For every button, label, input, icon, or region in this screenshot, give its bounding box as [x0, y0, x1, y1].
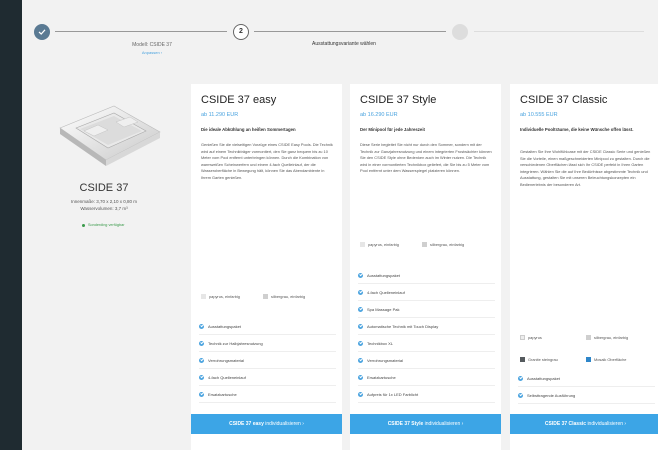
swatch-label: Mosaik Oberfläche — [594, 357, 627, 362]
swatch-label: silbergrau, einfarbig — [594, 335, 629, 340]
chevron-right-icon: › — [461, 421, 464, 427]
feature-item: Verrohrungsmaterial — [358, 352, 495, 369]
swatch-option[interactable]: papyrus, einfarbig — [201, 294, 240, 299]
check-circle-icon — [358, 306, 363, 312]
step-connector — [474, 31, 644, 32]
swatch-label: Granite steingrau — [528, 357, 558, 362]
check-icon — [38, 29, 46, 35]
swatch-option[interactable]: papyrus, einfarbig — [360, 242, 399, 247]
feature-list: Ausstattungspaket Selbsttragende Ausführ… — [518, 370, 655, 404]
feature-item: Technik zur Halbjahresnutzung — [199, 335, 336, 352]
selected-model-panel: CSIDE 37 Innenmaße: 3,70 x 2,10 x 0,80 m… — [32, 82, 176, 252]
variant-title: CSIDE 37 Style — [360, 94, 437, 106]
feature-item: Spa Massage Pak — [358, 301, 495, 318]
variant-card-easy: CSIDE 37 easy ab 11.290 EUR Die ideale A… — [191, 84, 342, 450]
swatch-option[interactable]: silbergrau, einfarbig — [263, 294, 318, 299]
variant-description: Genießen Sie die vielseitigen Vorzüge ei… — [201, 142, 333, 180]
feature-item: Automatische Technik mit Touch Display — [358, 318, 495, 335]
step-3-pending — [452, 24, 468, 40]
feature-item: Selbsttragende Ausführung — [518, 387, 655, 404]
swatch-label: papyrus, einfarbig — [368, 242, 399, 247]
model-dimensions: Innenmaße: 3,70 x 2,10 x 0,80 m — [70, 199, 138, 204]
step-1-edit-link[interactable]: Anpassen › — [102, 50, 202, 55]
swatch-color — [201, 294, 206, 299]
variant-card-style: CSIDE 37 Style ab 16.290 EUR Der Minipoo… — [350, 84, 501, 450]
step-2-label: Ausstattungsvariante wählen — [312, 41, 376, 47]
swatch-color — [360, 242, 365, 247]
status-dot-icon — [82, 223, 85, 227]
swatch-label: silbergrau, einfarbig — [430, 242, 465, 247]
feature-item: Ausstattungspaket — [518, 370, 655, 387]
check-circle-icon — [358, 323, 363, 329]
check-circle-icon — [358, 289, 363, 295]
swatch-color — [586, 335, 591, 340]
swatch-option[interactable]: Mosaik Oberfläche — [586, 357, 626, 362]
variant-subtitle: Individuelle Poolträume, die keine Wünsc… — [520, 127, 634, 132]
check-circle-icon — [358, 340, 363, 346]
swatch-color — [520, 335, 525, 340]
feature-item: Verrohrungsmaterial — [199, 352, 336, 369]
availability-badge: Sonderding verfügbar — [82, 223, 125, 227]
variant-title: CSIDE 37 Classic — [520, 94, 608, 106]
check-circle-icon — [199, 340, 204, 346]
check-circle-icon — [358, 391, 363, 397]
variant-subtitle: Der Minipool für jede Jahreszeit — [360, 127, 425, 132]
step-1-label: Modell: CSIDE 37 — [132, 42, 172, 48]
swatch-option[interactable]: papyrus — [520, 335, 542, 340]
variant-subtitle: Die ideale Abkühlung an heißen Sommertag… — [201, 127, 296, 132]
swatch-label: papyrus — [528, 335, 542, 340]
variant-price: ab 10.555 EUR — [520, 112, 558, 118]
variant-card-classic: CSIDE 37 Classic ab 10.555 EUR Individue… — [510, 84, 658, 450]
check-circle-icon — [358, 374, 363, 380]
feature-item: Ausstattungspaket — [358, 267, 495, 284]
feature-list: Ausstattungspaket Technik zur Halbjahres… — [199, 318, 336, 403]
step-2-current: 2 — [233, 24, 249, 40]
swatch-option[interactable]: silbergrau, einfarbig — [422, 242, 477, 247]
feature-item: Ersatzkartusche — [358, 369, 495, 386]
swatch-color — [422, 242, 427, 247]
step-connector — [55, 31, 227, 32]
feature-item: 4-fach Quelleneinlauf — [199, 369, 336, 386]
chevron-right-icon: › — [624, 421, 627, 427]
step-1-complete[interactable] — [34, 24, 50, 40]
variant-description: Gestalten Sie Ihre Wohlfühloase mit der … — [520, 149, 651, 187]
configurator-page: 2 Modell: CSIDE 37 Anpassen › Ausstattun… — [22, 0, 658, 450]
swatch-label: papyrus, einfarbig — [209, 294, 240, 299]
variant-title: CSIDE 37 easy — [201, 94, 277, 106]
customize-classic-button[interactable]: CSIDE 37 Classic individualisieren › — [510, 414, 658, 434]
variant-description: Diese Serie begleitet Sie nicht nur durc… — [360, 142, 492, 174]
check-circle-icon — [199, 323, 204, 329]
progress-stepper: 2 Modell: CSIDE 37 Anpassen › Ausstattun… — [22, 0, 658, 70]
check-circle-icon — [199, 374, 204, 380]
feature-item: Technikbox XL — [358, 335, 495, 352]
check-circle-icon — [199, 357, 204, 363]
model-volume: Wasservolumen: 3,7 m³ — [80, 206, 128, 211]
availability-text: Sonderding verfügbar — [88, 223, 125, 227]
step-connector — [254, 31, 446, 32]
swatch-option[interactable]: silbergrau, einfarbig — [586, 335, 641, 340]
swatch-option[interactable]: Granite steingrau — [520, 357, 558, 362]
swatch-label: silbergrau, einfarbig — [271, 294, 306, 299]
check-circle-icon — [518, 392, 523, 398]
model-name: CSIDE 37 — [79, 182, 129, 194]
swatch-color — [263, 294, 268, 299]
variant-price: ab 11.290 EUR — [201, 112, 239, 118]
feature-list: Ausstattungspaket 4-fach Quelleneinlauf … — [358, 267, 495, 403]
check-circle-icon — [518, 375, 523, 381]
variant-price: ab 16.290 EUR — [360, 112, 398, 118]
pool-image — [59, 105, 161, 166]
chevron-right-icon: › — [302, 421, 304, 427]
check-circle-icon — [199, 391, 204, 397]
swatch-color — [586, 357, 591, 362]
swatch-color — [520, 357, 525, 362]
customize-easy-button[interactable]: CSIDE 37 easy individualisieren › — [191, 414, 342, 434]
feature-item: Ausstattungspaket — [199, 318, 336, 335]
feature-item: Ersatzkartusche — [199, 386, 336, 403]
customize-style-button[interactable]: CSIDE 37 Style individualisieren › — [350, 414, 501, 434]
feature-item: 4-fach Quelleneinlauf — [358, 284, 495, 301]
check-circle-icon — [358, 357, 363, 363]
check-circle-icon — [358, 272, 363, 278]
feature-item: Aufpreis für 1x LED Farblicht — [358, 386, 495, 403]
